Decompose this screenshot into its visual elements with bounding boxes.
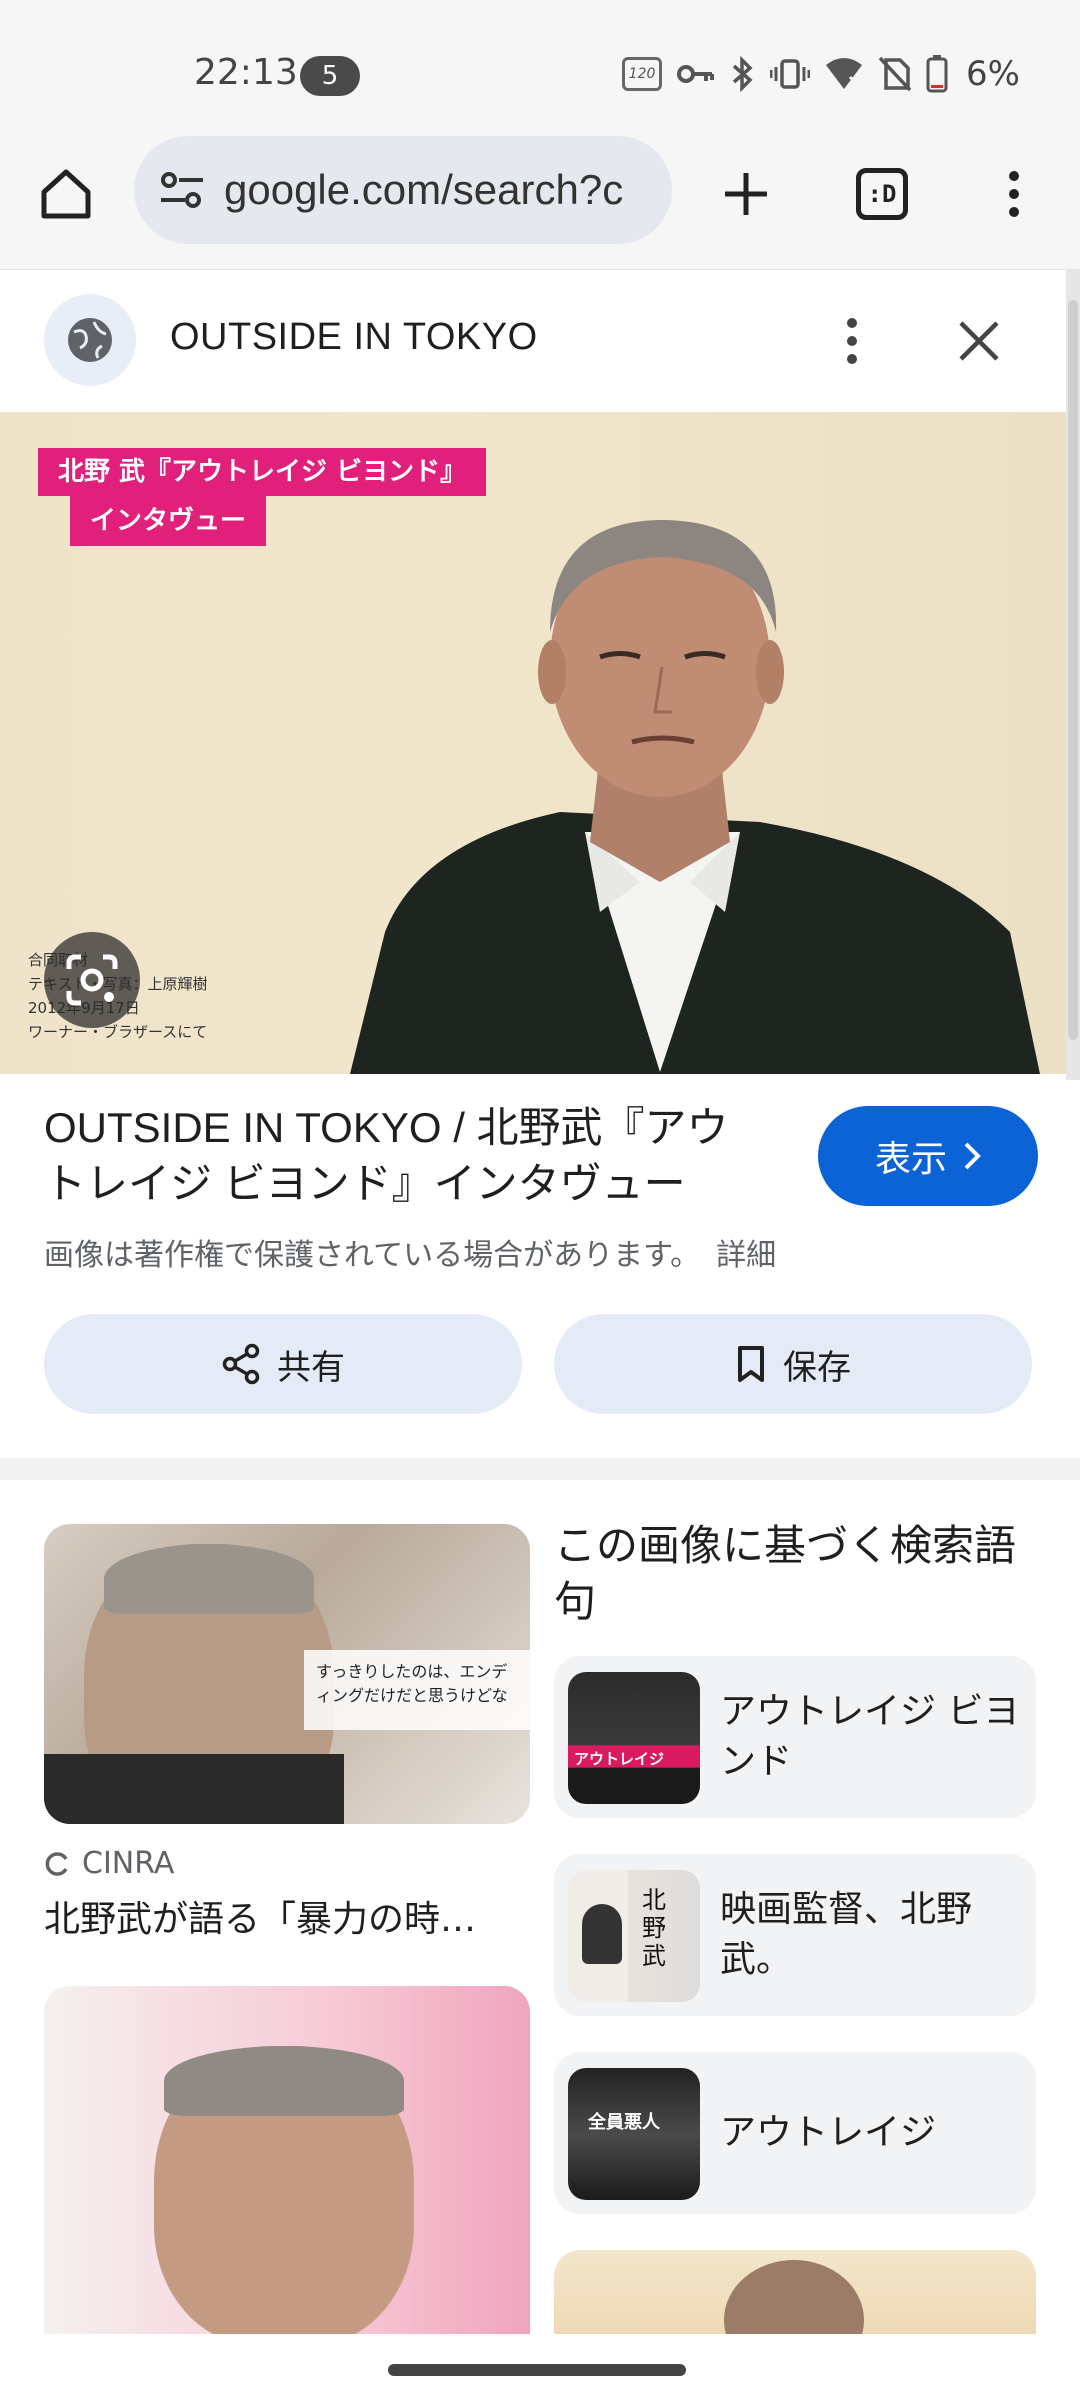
- notification-count-badge: 5: [300, 56, 360, 96]
- bookmark-icon: [738, 1346, 764, 1382]
- browser-toolbar: google.com/search?c :D: [0, 130, 1080, 270]
- url-text[interactable]: google.com/search?c: [224, 166, 654, 214]
- chevron-right-icon: [964, 1142, 981, 1170]
- wifi-icon: [826, 58, 863, 89]
- result-image[interactable]: 北野 武『アウトレイジ ビヨンド』 インタヴュー 合同取材 テキスト・写真：上原…: [0, 412, 1066, 1074]
- tune-icon: [161, 172, 203, 208]
- related-search-chip[interactable]: [554, 2250, 1036, 2334]
- battery-percentage: 6%: [966, 54, 1020, 94]
- thumbnail-text: 全員悪人: [588, 2112, 660, 2133]
- battery-icon: [926, 55, 948, 93]
- panel-more-button[interactable]: [822, 306, 882, 376]
- share-label: 共有: [277, 1347, 345, 1388]
- suit-shape: [44, 1754, 344, 1824]
- image-panel-header: OUTSIDE IN TOKYO: [0, 270, 1080, 412]
- hair-shape: [104, 1544, 314, 1614]
- related-image-thumbnail[interactable]: [44, 1986, 530, 2334]
- panel-close-button[interactable]: [944, 306, 1014, 376]
- vpn-key-icon: [677, 65, 715, 83]
- related-caption[interactable]: 北野武が語る「暴力の時…: [44, 1890, 530, 1942]
- related-source: CINRA: [44, 1846, 174, 1881]
- hero-tag-title: 北野 武『アウトレイジ ビヨンド』: [38, 448, 487, 496]
- refresh-rate-icon: 120: [622, 57, 663, 91]
- home-button[interactable]: [30, 158, 102, 230]
- copyright-text: 画像は著作権で保護されている場合があります。: [44, 1238, 701, 1273]
- more-vert-icon: [847, 318, 857, 364]
- tab-switcher-button[interactable]: :D: [842, 154, 922, 234]
- site-name[interactable]: OUTSIDE IN TOKYO: [170, 316, 538, 359]
- source-name: CINRA: [82, 1846, 175, 1881]
- plus-icon: [725, 173, 767, 215]
- gesture-navigation-bar[interactable]: [388, 2364, 686, 2376]
- status-bar: 22:13 5 120 6%: [0, 0, 1080, 130]
- figure-shape: [582, 1904, 622, 1964]
- related-image-thumbnail[interactable]: すっきりしたのは、エンディングだけだと思うけどな: [44, 1524, 530, 1824]
- thumbnail-text: 北野武: [642, 1886, 666, 1970]
- bluetooth-icon: [732, 56, 753, 92]
- loading-spinner-icon: [45, 1851, 68, 1876]
- related-search-chip[interactable]: 北野武 映画監督、北野武。: [554, 1854, 1036, 2016]
- thumbnail-text: アウトレイジ: [574, 1750, 665, 1768]
- tab-count-label: :D: [856, 168, 908, 220]
- site-favicon: [44, 294, 136, 386]
- address-bar[interactable]: google.com/search?c: [134, 136, 672, 244]
- related-search-label: アウトレイジ ビヨンド: [720, 1691, 1020, 1782]
- related-search-thumbnail: 全員悪人: [568, 2068, 700, 2200]
- share-icon: [222, 1343, 260, 1385]
- status-icons: 120 6%: [622, 54, 1020, 94]
- related-search-label: 映画監督、北野武。: [720, 1889, 973, 1980]
- no-sim-icon: [878, 56, 912, 92]
- hero-tag-subtitle: インタヴュー: [70, 496, 267, 546]
- related-search-chip[interactable]: 全員悪人 アウトレイジ: [554, 2052, 1036, 2214]
- visit-button-label: 表示: [874, 1139, 947, 1180]
- result-title[interactable]: OUTSIDE IN TOKYO / 北野武『アウトレイジ ビヨンド』インタヴュ…: [44, 1100, 764, 1212]
- save-button[interactable]: 保存: [554, 1314, 1032, 1414]
- face-shape: [724, 2260, 864, 2334]
- visit-button[interactable]: 表示: [818, 1106, 1038, 1206]
- lens-search-button[interactable]: [44, 932, 140, 1028]
- new-tab-button[interactable]: [706, 154, 786, 234]
- details-link[interactable]: 詳細: [716, 1238, 776, 1273]
- scrollbar-thumb[interactable]: [1068, 300, 1078, 1040]
- site-settings-button[interactable]: [154, 162, 210, 218]
- related-search-thumbnail: アウトレイジ: [568, 1672, 700, 1804]
- close-icon: [959, 321, 999, 361]
- more-vert-icon: [1009, 171, 1019, 217]
- browser-menu-button[interactable]: [974, 154, 1054, 234]
- globe-icon: [68, 318, 112, 362]
- related-search-label: アウトレイジ: [720, 2112, 937, 2153]
- related-searches-heading: この画像に基づく検索語句: [554, 1521, 1017, 1626]
- related-search-thumbnail: 北野武: [568, 1870, 700, 2002]
- vibrate-icon: [770, 59, 811, 89]
- related-search-chip[interactable]: アウトレイジ アウトレイジ ビヨンド: [554, 1656, 1036, 1818]
- credit-line: ワーナー・ブラザースにて: [28, 1023, 208, 1041]
- copyright-notice: 画像は著作権で保護されている場合があります。 詳細: [44, 1230, 776, 1274]
- section-divider: [0, 1458, 1080, 1480]
- status-time: 22:13: [194, 52, 298, 93]
- hair-shape: [164, 2046, 404, 2116]
- google-lens-icon: [66, 954, 118, 1006]
- thumbnail-caption: すっきりしたのは、エンディングだけだと思うけどな: [304, 1650, 530, 1730]
- share-button[interactable]: 共有: [44, 1314, 522, 1414]
- save-label: 保存: [783, 1347, 851, 1388]
- home-icon: [41, 169, 91, 219]
